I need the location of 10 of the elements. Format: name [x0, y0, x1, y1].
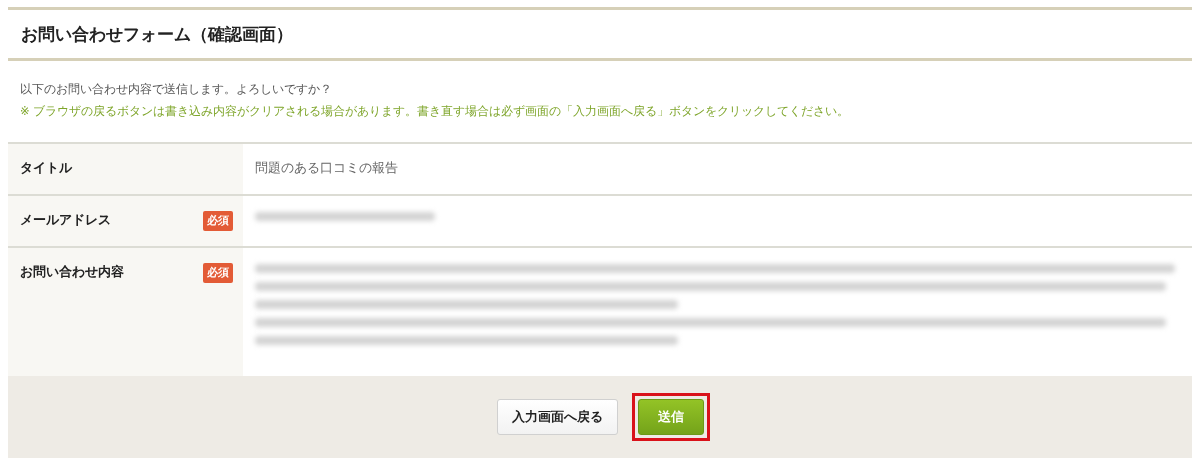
- back-button[interactable]: 入力画面へ戻る: [496, 399, 618, 435]
- required-badge: 必須: [203, 263, 233, 283]
- required-badge: 必須: [203, 211, 233, 231]
- intro-text: 以下のお問い合わせ内容で送信します。よろしいですか？: [20, 81, 333, 98]
- form-title: お問い合わせフォーム（確認画面）: [21, 22, 293, 46]
- field-label: メールアドレス: [20, 211, 111, 229]
- field-value: 問題のある口コミの報告: [255, 160, 398, 175]
- notice-text: ※ ブラウザの戻るボタンは書き込み内容がクリアされる場合があります。書き直す場合は必ず画面の「入力画面へ戻る」ボタンをクリックしてください。: [20, 103, 851, 120]
- field-label: タイトル: [20, 159, 72, 177]
- field-label: お問い合わせ内容: [20, 263, 124, 281]
